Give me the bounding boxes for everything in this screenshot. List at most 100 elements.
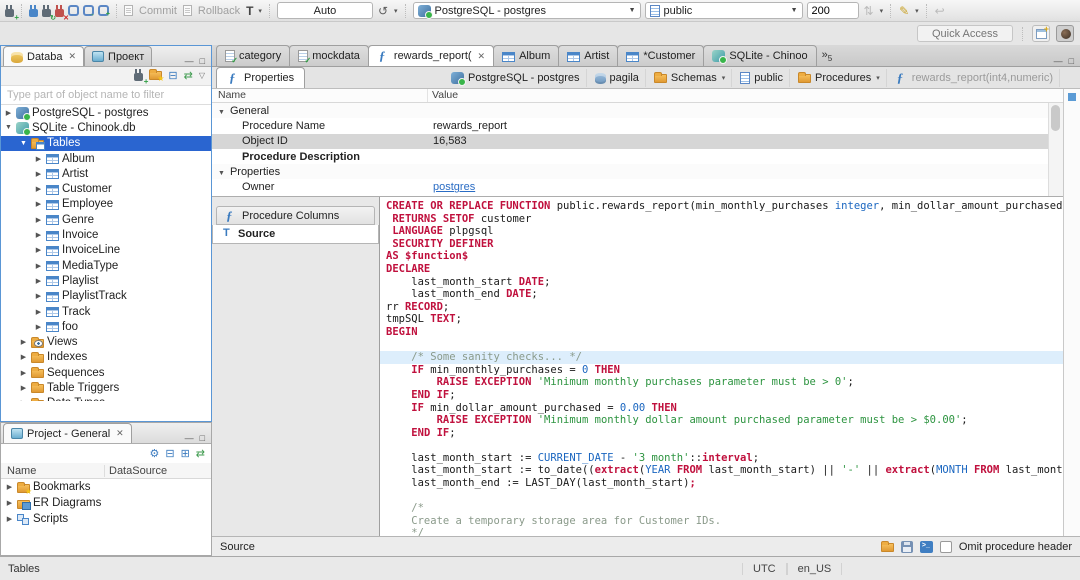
code-line[interactable]: AS $function$ bbox=[386, 250, 1063, 263]
new-folder-icon[interactable] bbox=[149, 69, 164, 83]
collapse-all-icon[interactable]: ⊟ bbox=[168, 68, 177, 84]
breadcrumb-item-postgresql-postgres[interactable]: PostgreSQL - postgres bbox=[445, 68, 587, 87]
code-line[interactable] bbox=[386, 490, 1063, 503]
project-item-er-diagrams[interactable]: ▶ ER Diagrams bbox=[1, 495, 211, 511]
code-line[interactable]: last_month_start := CURRENT_DATE - '3 mo… bbox=[386, 452, 1063, 465]
quick-access-input[interactable] bbox=[917, 25, 1013, 42]
code-line[interactable]: last_month_start := to_date((extract(YEA… bbox=[386, 464, 1063, 477]
column-name[interactable]: Name bbox=[212, 89, 428, 102]
schema-combo[interactable]: public ▼ bbox=[644, 2, 803, 19]
new-connection-icon[interactable] bbox=[5, 5, 19, 22]
column-value[interactable]: Value bbox=[428, 89, 458, 102]
tree-item-sqlite-chinook-db[interactable]: ▼ SQLite - Chinook.db bbox=[1, 120, 211, 136]
timezone-indicator[interactable]: UTC bbox=[742, 562, 787, 575]
code-line[interactable]: SECURITY DEFINER bbox=[386, 238, 1063, 251]
sync-dropdown-icon[interactable]: ▾ bbox=[880, 7, 884, 15]
load-from-file-icon[interactable] bbox=[880, 541, 894, 552]
property-row-general[interactable]: ▼ General bbox=[212, 103, 1063, 119]
transaction-log-icon[interactable]: T bbox=[246, 4, 253, 18]
tree-item-invoice[interactable]: ▶ Invoice bbox=[1, 227, 211, 242]
link-with-editor-icon[interactable]: ⇄ bbox=[196, 446, 205, 462]
tree-item-genre[interactable]: ▶ Genre bbox=[1, 212, 211, 227]
tree-item-employee[interactable]: ▶ Employee bbox=[1, 197, 211, 212]
new-connection-icon[interactable] bbox=[134, 68, 148, 86]
combo-arrow-icon[interactable]: ▼ bbox=[625, 7, 636, 14]
commit-mode-combo[interactable]: Auto bbox=[276, 2, 373, 19]
expand-arrow-icon[interactable]: ▶ bbox=[34, 216, 43, 224]
expand-arrow-icon[interactable]: ▶ bbox=[19, 338, 28, 346]
maximize-icon[interactable]: □ bbox=[200, 433, 205, 443]
tree-item-invoiceline[interactable]: ▶ InvoiceLine bbox=[1, 243, 211, 258]
grid-scrollbar[interactable] bbox=[1048, 103, 1063, 196]
code-line[interactable]: /* Some sanity checks... */ bbox=[380, 351, 1063, 364]
code-line[interactable]: IF min_monthly_purchases = 0 THEN bbox=[386, 364, 1063, 377]
code-line[interactable]: tmpSQL TEXT; bbox=[386, 313, 1063, 326]
tree-item-mediatype[interactable]: ▶ MediaType bbox=[1, 258, 211, 273]
expand-arrow-icon[interactable]: ▶ bbox=[34, 170, 43, 178]
minimize-icon[interactable]: — bbox=[185, 56, 194, 66]
open-sql-script-icon[interactable] bbox=[83, 5, 95, 18]
locale-indicator[interactable]: en_US bbox=[786, 562, 843, 575]
history-dropdown-icon[interactable]: ▾ bbox=[394, 7, 398, 15]
connection-combo[interactable]: PostgreSQL - postgres ▼ bbox=[412, 2, 641, 19]
tree-item-playlist[interactable]: ▶ Playlist bbox=[1, 273, 211, 288]
code-line[interactable] bbox=[386, 439, 1063, 452]
property-value[interactable]: postgres bbox=[428, 181, 1063, 193]
brush-dropdown-icon[interactable]: ▾ bbox=[915, 7, 919, 15]
expand-arrow-icon[interactable]: ▶ bbox=[5, 483, 14, 491]
view-menu-icon[interactable]: ▽ bbox=[199, 68, 205, 84]
rollback-button[interactable]: Rollback bbox=[198, 5, 240, 17]
code-line[interactable]: rr RECORD; bbox=[386, 301, 1063, 314]
project-item-bookmarks[interactable]: ▶ Bookmarks bbox=[1, 479, 211, 496]
combo-arrow-icon[interactable]: ▼ bbox=[787, 7, 798, 14]
tree-item-foo[interactable]: ▶ foo bbox=[1, 319, 211, 334]
breadcrumb-item-pagila[interactable]: pagila bbox=[589, 68, 646, 87]
expand-arrow-icon[interactable]: ▶ bbox=[34, 246, 43, 254]
editor-tab-category[interactable]: category bbox=[216, 45, 291, 66]
sync-icon[interactable]: ⇅ bbox=[863, 1, 875, 21]
tab-project-general[interactable]: Project - General ✕ bbox=[3, 423, 132, 443]
code-line[interactable]: DECLARE bbox=[386, 263, 1063, 276]
open-in-sql-console-icon[interactable] bbox=[919, 540, 933, 553]
code-line[interactable] bbox=[386, 339, 1063, 352]
code-line[interactable]: last_month_end := LAST_DAY(last_month_st… bbox=[386, 477, 1063, 490]
maximize-icon[interactable]: □ bbox=[1069, 56, 1074, 66]
brush-icon[interactable]: ✎ bbox=[898, 1, 910, 21]
sql-editor-icon[interactable] bbox=[68, 5, 79, 16]
transaction-history-icon[interactable]: ↺ bbox=[377, 1, 389, 21]
tree-item-track[interactable]: ▶ Track bbox=[1, 304, 211, 319]
expand-arrow-icon[interactable]: ▶ bbox=[34, 292, 43, 300]
source-editor[interactable]: CREATE OR REPLACE FUNCTION public.reward… bbox=[379, 197, 1063, 536]
link-with-editor-icon[interactable]: ⇄ bbox=[184, 68, 193, 84]
expand-arrow-icon[interactable]: ▶ bbox=[34, 155, 43, 163]
save-to-file-icon[interactable] bbox=[900, 540, 913, 553]
connect-icon[interactable] bbox=[29, 5, 38, 17]
minimize-icon[interactable]: — bbox=[1054, 56, 1063, 66]
tree-item-customer[interactable]: ▶ Customer bbox=[1, 181, 211, 196]
code-line[interactable]: CREATE OR REPLACE FUNCTION public.reward… bbox=[386, 200, 1063, 213]
minimize-icon[interactable]: — bbox=[185, 433, 194, 443]
code-line[interactable]: RAISE EXCEPTION 'Minimum monthly purchas… bbox=[386, 376, 1063, 389]
editor-tab-sqlite-chinoo[interactable]: SQLite - Chinoo bbox=[703, 45, 817, 66]
column-name[interactable]: Name bbox=[1, 464, 105, 477]
close-tab-icon[interactable]: ✕ bbox=[116, 428, 124, 439]
expand-arrow-icon[interactable]: ▶ bbox=[19, 353, 28, 361]
breadcrumb-item-public[interactable]: public bbox=[734, 68, 790, 87]
code-line[interactable]: last_month_end DATE; bbox=[386, 288, 1063, 301]
project-item-scripts[interactable]: ▶ Scripts bbox=[1, 511, 211, 527]
code-line[interactable]: last_month_start DATE; bbox=[386, 276, 1063, 289]
open-perspective-icon[interactable] bbox=[1032, 24, 1050, 42]
editor-tab-album[interactable]: Album bbox=[493, 45, 560, 66]
tab-projects[interactable]: Проект bbox=[84, 46, 153, 66]
source-code[interactable]: CREATE OR REPLACE FUNCTION public.reward… bbox=[380, 197, 1063, 536]
tree-item-postgresql-postgres[interactable]: ▶ PostgreSQL - postgres bbox=[1, 105, 211, 121]
tree-item-playlisttrack[interactable]: ▶ PlaylistTrack bbox=[1, 289, 211, 304]
expand-arrow-icon[interactable]: ▼ bbox=[218, 109, 225, 116]
section-tab-procedure-columns[interactable]: Procedure Columns bbox=[216, 206, 375, 225]
commit-button[interactable]: Commit bbox=[139, 5, 177, 17]
expand-arrow-icon[interactable]: ▼ bbox=[19, 140, 28, 147]
expand-arrow-icon[interactable]: ▶ bbox=[19, 384, 28, 392]
undo-icon[interactable]: ↩ bbox=[934, 1, 946, 21]
editor-tab-mockdata[interactable]: mockdata bbox=[289, 45, 369, 66]
dropdown-arrow-icon[interactable]: ▾ bbox=[722, 74, 726, 82]
